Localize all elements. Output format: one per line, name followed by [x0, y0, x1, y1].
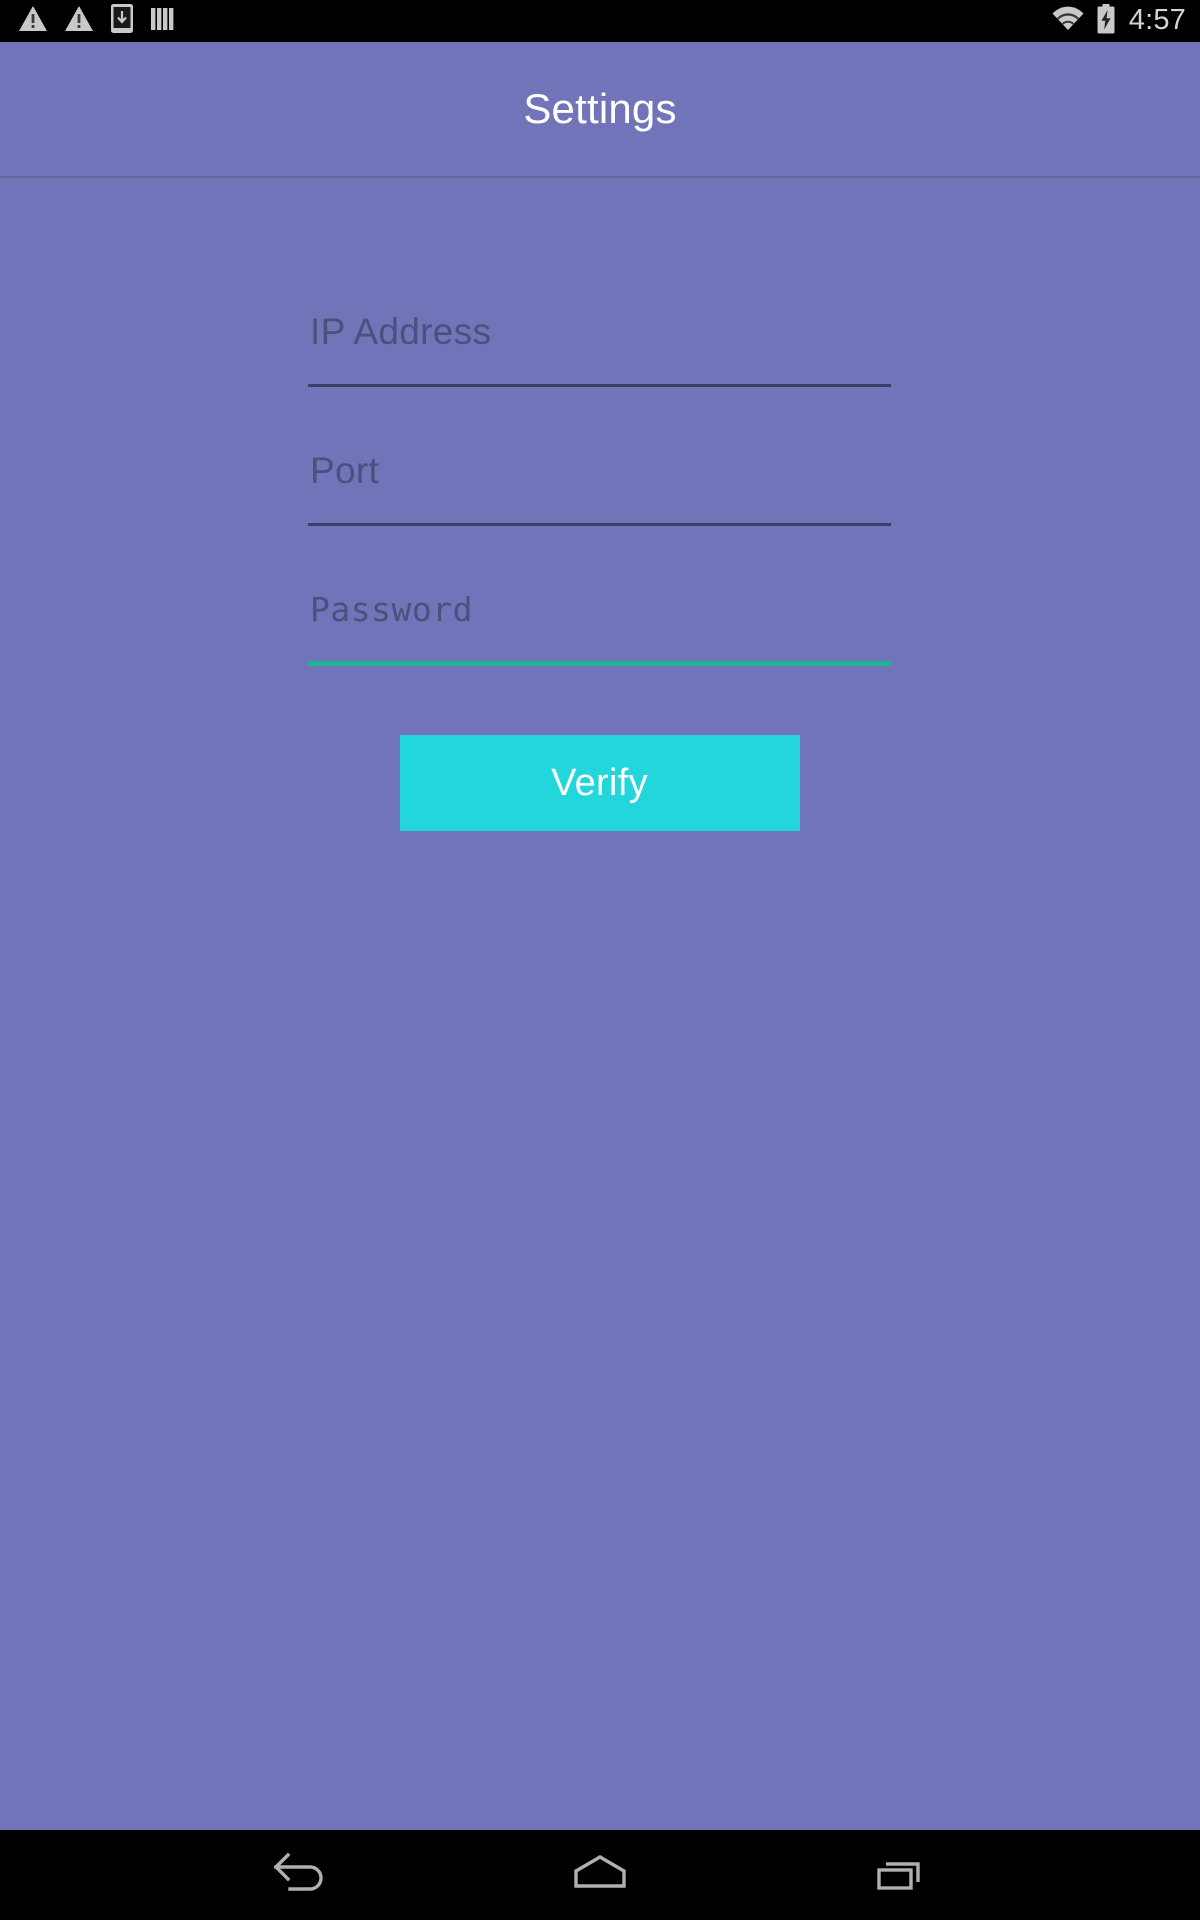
download-to-device-icon — [110, 3, 134, 39]
battery-charging-icon — [1096, 3, 1116, 39]
android-screen: 4:57 Settings IP Address Port Password V… — [0, 0, 1200, 1920]
warning-triangle-icon-1 — [18, 5, 48, 37]
back-arrow-icon — [270, 1852, 330, 1899]
wifi-icon — [1051, 6, 1085, 37]
verify-button-label: Verify — [551, 762, 648, 804]
system-navigation-bar — [0, 1830, 1200, 1920]
connection-settings-form: IP Address Port Password Verify — [308, 248, 891, 831]
password-underline-focused — [308, 661, 891, 666]
recents-icon — [873, 1852, 927, 1899]
status-bar-clock: 4:57 — [1128, 3, 1186, 36]
verify-button-row: Verify — [308, 735, 891, 831]
signal-bars-icon — [150, 6, 176, 37]
verify-button[interactable]: Verify — [399, 735, 800, 831]
app-bar: Settings — [0, 42, 1200, 176]
password-placeholder: Password — [310, 590, 473, 629]
warning-triangle-icon-2 — [64, 5, 94, 37]
status-bar-left-icons — [18, 3, 176, 39]
nav-recents-button[interactable] — [840, 1830, 960, 1920]
port-field[interactable]: Port — [308, 387, 891, 526]
settings-content: IP Address Port Password Verify — [0, 178, 1200, 1830]
nav-home-button[interactable] — [540, 1830, 660, 1920]
page-title: Settings — [523, 85, 677, 132]
nav-back-button[interactable] — [240, 1830, 360, 1920]
status-bar: 4:57 — [0, 0, 1200, 42]
ip-address-placeholder: IP Address — [310, 311, 492, 352]
status-bar-right-icons: 4:57 — [1051, 3, 1186, 39]
password-field[interactable]: Password — [308, 526, 891, 666]
port-placeholder: Port — [310, 450, 380, 491]
ip-address-field[interactable]: IP Address — [308, 248, 891, 387]
home-icon — [572, 1852, 628, 1899]
